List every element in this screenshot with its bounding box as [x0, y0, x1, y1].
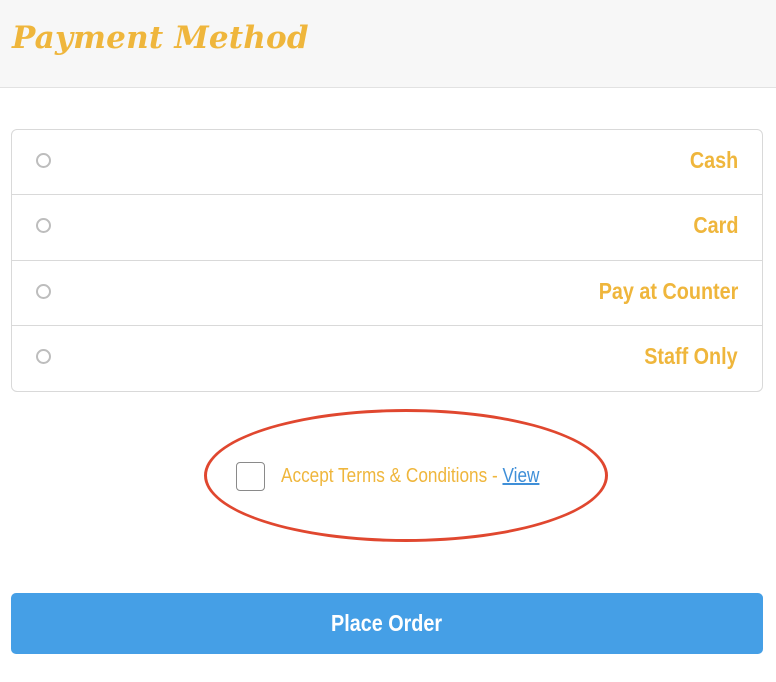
terms-label: Accept Terms & Conditions - View [281, 465, 539, 488]
place-order-button[interactable]: Place Order [11, 593, 763, 654]
payment-option-card[interactable]: Card [12, 195, 762, 261]
header-bar: Payment Method [0, 0, 776, 88]
terms-row: Accept Terms & Conditions - View [236, 461, 582, 491]
payment-option-label: Cash [689, 147, 738, 173]
payment-option-staff-only[interactable]: Staff Only [12, 326, 762, 391]
radio-unchecked-icon[interactable] [36, 283, 51, 299]
terms-text: Accept Terms & Conditions - [281, 464, 503, 487]
payment-option-label: Pay at Counter [598, 277, 738, 304]
radio-unchecked-icon[interactable] [36, 218, 51, 234]
terms-view-link[interactable]: View [502, 465, 539, 487]
place-order-label: Place Order [331, 610, 443, 636]
payment-option-label: Card [692, 212, 738, 239]
payment-option-label: Staff Only [644, 342, 738, 369]
payment-option-pay-at-counter[interactable]: Pay at Counter [12, 261, 762, 326]
radio-unchecked-icon[interactable] [36, 153, 51, 168]
checkbox-unchecked-icon[interactable] [236, 461, 265, 491]
payment-options-list: Cash Card Pay at Counter Staff Only [11, 129, 763, 392]
page-title: Payment Method [12, 20, 309, 56]
radio-unchecked-icon[interactable] [36, 348, 51, 364]
payment-option-cash[interactable]: Cash [12, 130, 762, 196]
